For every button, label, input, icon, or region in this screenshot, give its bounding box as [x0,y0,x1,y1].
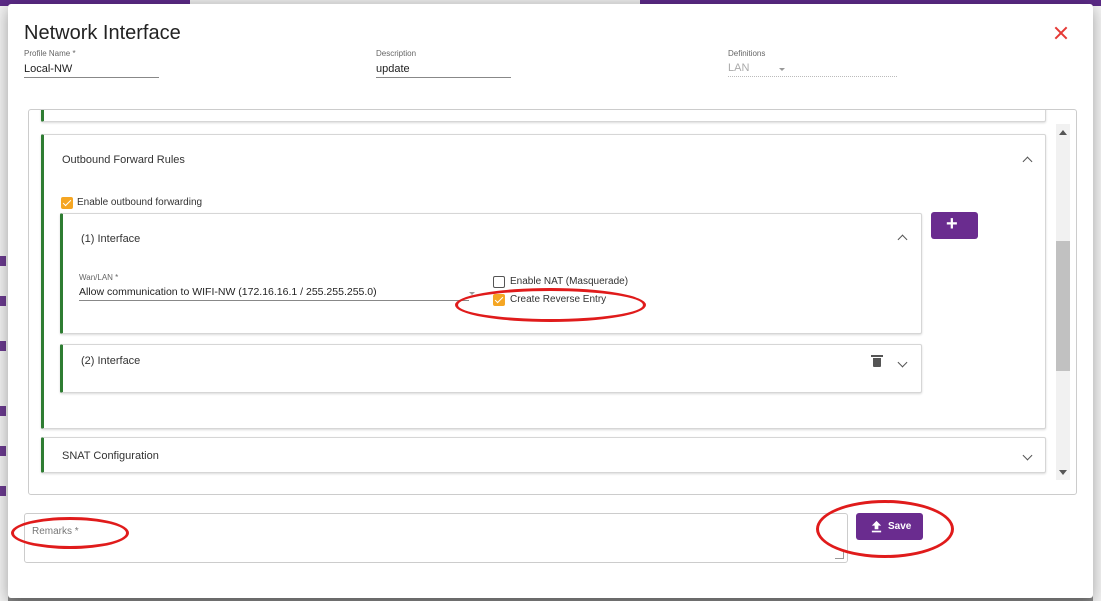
plus-icon: + [946,213,958,235]
background-right-strip [1093,6,1101,601]
chevron-up-icon[interactable] [1022,156,1033,167]
enable-outbound-label: Enable outbound forwarding [77,197,203,208]
dialog-title: Network Interface [24,22,181,44]
close-icon[interactable] [1054,26,1068,40]
enable-outbound-checkbox[interactable] [61,197,73,209]
enable-nat-checkbox[interactable] [493,276,505,288]
chevron-down-icon[interactable] [897,357,908,368]
profile-name-label: Profile Name * [24,49,76,58]
snat-configuration-section: SNAT Configuration [41,437,1046,473]
previous-section [41,110,1046,122]
outbound-section-title[interactable]: Outbound Forward Rules [62,154,185,166]
save-button[interactable]: Save [856,513,923,540]
chevron-down-icon[interactable] [1022,450,1033,461]
remarks-placeholder: Remarks * [32,526,79,537]
wan-lan-label: Wan/LAN * [79,273,119,282]
network-interface-dialog: Network Interface Profile Name * Local-N… [8,4,1093,598]
profile-name-input[interactable]: Local-NW [24,63,159,78]
upload-icon [871,520,882,533]
interface-2-section: (2) Interface [60,344,922,393]
definitions-select[interactable]: LAN [728,62,897,77]
scroll-up-arrow-icon[interactable] [1059,130,1067,135]
description-input[interactable]: update [376,63,511,78]
remarks-textarea[interactable]: Remarks * [24,513,848,563]
create-reverse-entry-label: Create Reverse Entry [510,294,607,305]
interface-2-title[interactable]: (2) Interface [81,355,140,367]
save-button-label: Save [888,521,912,532]
rules-panel: Outbound Forward Rules Enable outbound f… [28,109,1077,495]
rules-scroll-area: Outbound Forward Rules Enable outbound f… [29,110,1054,484]
definitions-label: Definitions [728,49,766,58]
interface-1-title[interactable]: (1) Interface [81,233,140,245]
description-label: Description [376,49,417,58]
create-reverse-entry-checkbox[interactable] [493,294,505,306]
add-interface-button[interactable]: + [931,212,978,239]
chevron-up-icon[interactable] [897,234,908,245]
background-left-strip [0,6,8,601]
scroll-down-arrow-icon[interactable] [1059,470,1067,475]
dropdown-caret-icon [779,68,785,71]
snat-section-title[interactable]: SNAT Configuration [62,450,159,462]
panel-scrollbar[interactable] [1056,124,1070,480]
wan-lan-select[interactable]: Allow communication to WIFI-NW (172.16.1… [79,286,469,301]
enable-nat-label: Enable NAT (Masquerade) [510,276,629,287]
outbound-forward-rules-section: Outbound Forward Rules Enable outbound f… [41,134,1046,429]
interface-1-section: (1) Interface Wan/LAN * Allow communicat… [60,213,922,334]
scrollbar-thumb[interactable] [1056,241,1070,371]
dropdown-caret-icon [469,292,475,295]
trash-icon[interactable] [871,355,883,367]
resize-handle-icon[interactable] [835,550,844,559]
